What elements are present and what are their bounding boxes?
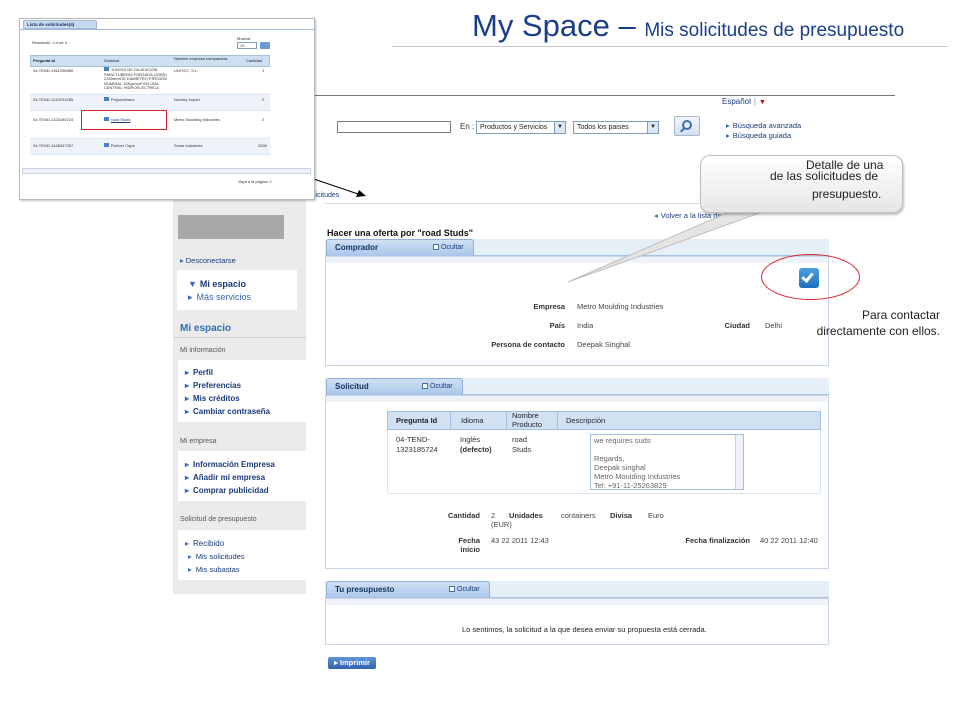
- inset-highlight-box: [81, 110, 167, 130]
- inset-result-count: Resultado: 1-4 de 4: [32, 40, 67, 45]
- inset-cell-empresa: Novelty Import: [174, 97, 200, 102]
- inset-tab-rule: [20, 29, 314, 30]
- inset-column-header[interactable]: Cantidad: [246, 58, 262, 63]
- inset-cell-empresa: Metro Moulding Industries: [174, 117, 221, 122]
- inset-page-size-select[interactable]: 10: [237, 42, 257, 49]
- inset-pagination: Vaya a la página: 1: [238, 179, 272, 184]
- inset-cell-empresa: UNITEC, S.L.: [174, 68, 199, 73]
- inset-column-header[interactable]: Pregunta Id: [33, 58, 55, 63]
- inset-cell-solicitud-text: Rubber Caps: [111, 143, 135, 148]
- inset-cell-cantidad: 2: [262, 117, 265, 122]
- inset-go-button[interactable]: [260, 42, 270, 49]
- inset-horizontal-scrollbar[interactable]: [22, 168, 311, 174]
- inset-cell-solicitud[interactable]: Polyurethane: [104, 97, 135, 102]
- inset-tab[interactable]: Lista de solicitudes(4): [23, 20, 97, 29]
- request-icon: [104, 97, 109, 101]
- inset-cell-solicitud[interactable]: Rubber Caps: [104, 143, 135, 148]
- request-icon: [104, 67, 109, 71]
- inset-cell-solicitud-text: JUNTAS DE DILATACIÓN PARA TUBERIA FORZAD…: [104, 67, 167, 90]
- inset-cell-cantidad: 1: [262, 68, 265, 73]
- callout-text: presupuesto.: [812, 187, 882, 201]
- request-icon: [104, 143, 109, 147]
- inset-column-header[interactable]: Solicitud: [104, 58, 119, 63]
- inset-column-header[interactable]: Nombre empresa compradora: [174, 56, 238, 61]
- inset-cell-empresa: Sonia Industries: [174, 143, 203, 148]
- inset-cell-cantidad: 2000: [258, 143, 267, 148]
- inset-cell-id: 04-TEND-1426047057: [33, 143, 74, 148]
- inset-mostrar-label: Mostrar:: [237, 36, 252, 41]
- inset-cell-id: 04-TEND-1210294285: [33, 97, 74, 102]
- inset-cell-id: 04-TEND-1323185724: [33, 117, 74, 122]
- inset-cell-solicitud[interactable]: JUNTAS DE DILATACIÓN PARA TUBERIA FORZAD…: [104, 67, 168, 91]
- callout-text: de las solicitudes de: [770, 169, 879, 183]
- connector-arrowhead: [356, 190, 366, 197]
- inset-cell-cantidad: 2: [262, 97, 265, 102]
- callout-pointer: [567, 201, 791, 283]
- inset-cell-solicitud-text: Polyurethane: [111, 97, 135, 102]
- inset-cell-id: 04-TEND-1361298980: [33, 68, 74, 73]
